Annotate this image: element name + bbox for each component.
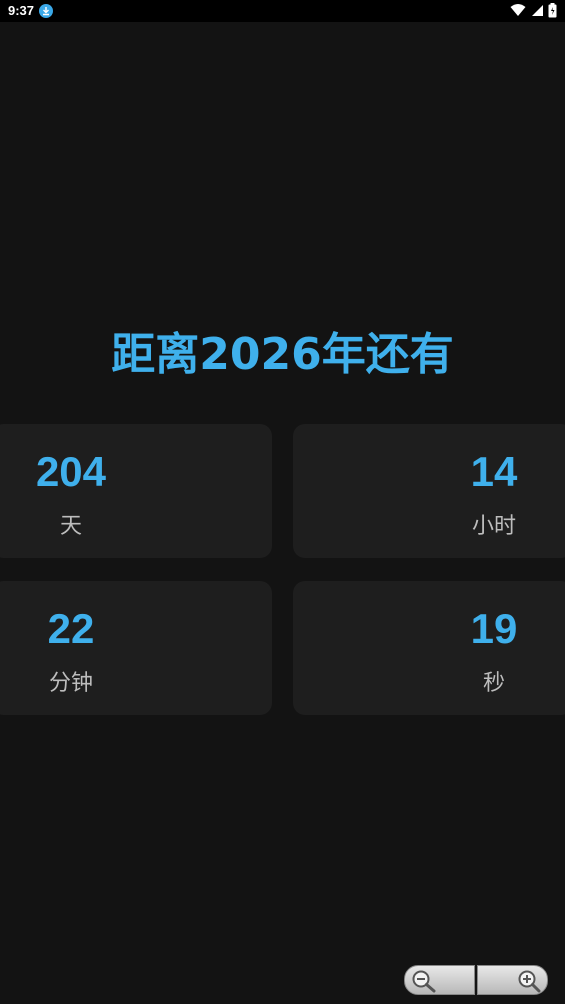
minutes-value: 22 (47, 605, 95, 652)
zoom-controls (404, 965, 548, 995)
countdown-title: 距离2026年还有 (111, 329, 454, 380)
minutes-label: 分钟 (48, 671, 93, 696)
countdown-card-hours: 14 小时 (293, 424, 565, 558)
status-time: 9:37 (8, 3, 35, 18)
countdown-card-seconds: 19 秒 (293, 581, 565, 715)
countdown-card-minutes: 22 分钟 (0, 581, 272, 715)
seconds-value: 19 (470, 605, 518, 652)
status-icons (510, 3, 557, 19)
download-icon (39, 4, 53, 18)
zoom-out-button[interactable] (404, 965, 475, 995)
hours-label: 小时 (471, 514, 516, 539)
countdown-card-days: 204 天 (0, 424, 272, 558)
seconds-label: 秒 (482, 671, 505, 696)
hours-value: 14 (470, 448, 518, 495)
zoom-in-icon (518, 970, 541, 993)
wifi-icon (510, 4, 526, 16)
days-value: 204 (35, 448, 107, 495)
zoom-in-button[interactable] (477, 965, 548, 995)
days-label: 天 (59, 514, 82, 539)
status-bar: 9:37 (0, 0, 565, 22)
battery-icon (548, 3, 557, 18)
zoom-out-icon (412, 970, 436, 993)
signal-icon (531, 5, 543, 16)
